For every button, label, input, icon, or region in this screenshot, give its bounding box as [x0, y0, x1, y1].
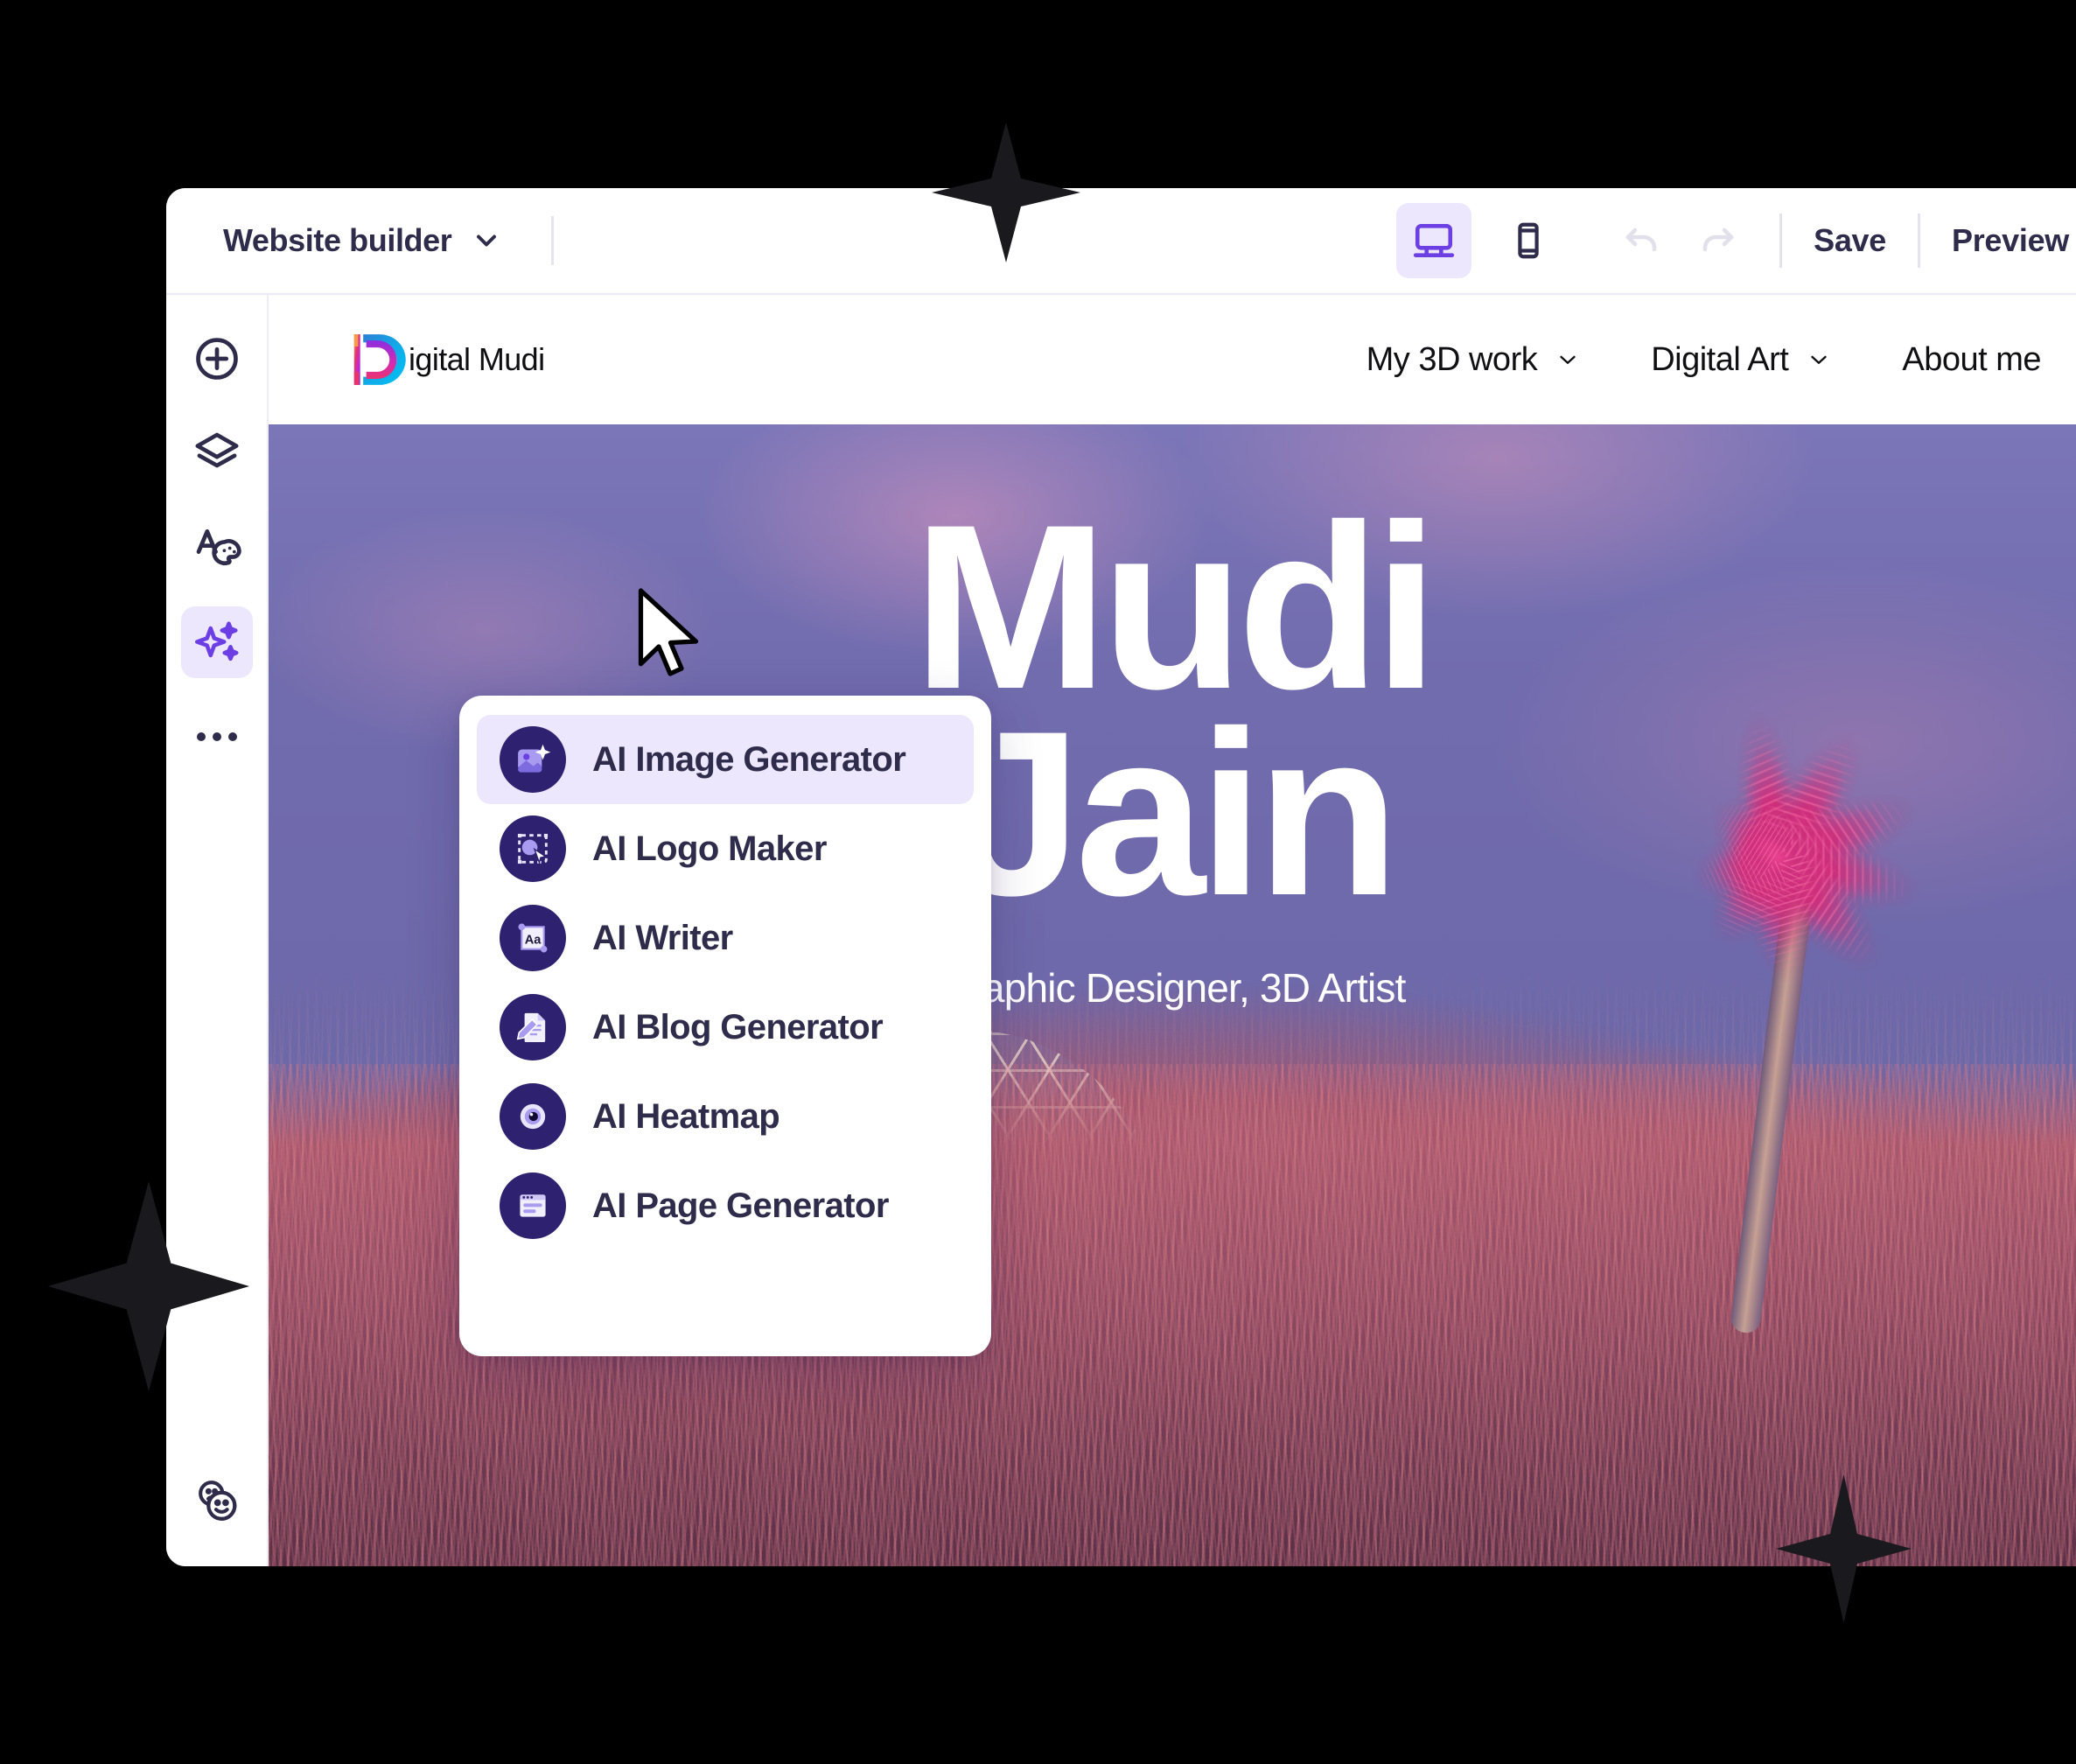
ai-menu-item-page-generator[interactable]: AI Page Generator: [477, 1161, 974, 1250]
mobile-view-button[interactable]: [1491, 203, 1566, 278]
chevron-down-icon: [1560, 355, 1576, 364]
hero-palm-tree: [1498, 556, 2076, 1354]
mouse-pointer-icon: [634, 586, 713, 687]
sidebar-item-ai-tools[interactable]: [180, 606, 253, 678]
ai-writer-icon: Aa: [500, 905, 566, 971]
nav-label: My 3D work: [1366, 340, 1538, 378]
sidebar-item-design[interactable]: [181, 512, 253, 584]
site-header: igital Mudi My 3D work Digital Art About: [269, 295, 2076, 424]
builder-sidebar: [166, 295, 269, 1566]
ai-menu-item-logo-maker[interactable]: AI Logo Maker: [477, 804, 974, 893]
chevron-down-icon: [1811, 355, 1828, 364]
ai-menu-label: AI Heatmap: [592, 1096, 780, 1136]
sidebar-item-more[interactable]: [181, 701, 253, 773]
nav-label: Digital Art: [1651, 340, 1789, 378]
svg-text:Aa: Aa: [525, 934, 542, 948]
site-nav: My 3D work Digital Art About me: [1332, 341, 2076, 379]
builder-title-group[interactable]: Website builder: [166, 216, 555, 265]
builder-topbar: Website builder Save Preview: [166, 188, 2076, 295]
ai-menu-label: AI Page Generator: [592, 1186, 889, 1225]
desktop-view-button[interactable]: [1396, 203, 1472, 278]
ai-menu-item-image-generator[interactable]: AI Image Generator: [477, 715, 974, 804]
logo-text: igital Mudi: [409, 341, 545, 377]
nav-item-about-me[interactable]: About me: [1867, 341, 2076, 379]
nav-item-digital-art[interactable]: Digital Art: [1616, 341, 1867, 379]
ai-tools-menu: AI Image Generator AI Logo Maker Aa AI W…: [459, 696, 991, 1356]
ai-menu-label: AI Image Generator: [592, 739, 906, 779]
nav-item-my-3d-work[interactable]: My 3D work: [1332, 341, 1617, 379]
undo-button[interactable]: [1604, 203, 1680, 278]
ai-heatmap-icon: [500, 1083, 566, 1150]
redo-button[interactable]: [1680, 203, 1755, 278]
builder-body: igital Mudi My 3D work Digital Art About: [166, 295, 2076, 1566]
ai-page-icon: [500, 1172, 566, 1239]
topbar-divider-3: [1918, 214, 1920, 268]
sidebar-item-feedback[interactable]: [181, 1465, 253, 1536]
ai-menu-item-blog-generator[interactable]: AI Blog Generator: [477, 983, 974, 1072]
preview-button[interactable]: Preview: [1945, 222, 2076, 259]
topbar-divider-2: [1779, 214, 1783, 268]
sidebar-item-add[interactable]: [181, 323, 253, 395]
site-logo[interactable]: igital Mudi: [349, 327, 545, 392]
builder-topbar-actions: Save Preview: [1396, 203, 2076, 278]
ai-logo-icon: [500, 816, 566, 882]
topbar-divider: [551, 216, 555, 265]
sidebar-item-layers[interactable]: [181, 417, 253, 489]
save-button[interactable]: Save: [1807, 222, 1893, 259]
website-builder-window: Website builder Save Preview igital Mudi…: [166, 188, 2076, 1566]
nav-label: About me: [1902, 340, 2041, 378]
ai-image-icon: [500, 726, 566, 793]
ai-menu-label: AI Writer: [592, 918, 733, 957]
logo-mark-icon: [353, 334, 406, 385]
builder-title: Website builder: [223, 222, 452, 258]
ai-menu-item-writer[interactable]: Aa AI Writer: [477, 893, 974, 983]
screenshot-stage: Website builder Save Preview igital Mudi…: [0, 0, 2076, 1764]
ai-menu-item-heatmap[interactable]: AI Heatmap: [477, 1072, 974, 1161]
ai-menu-label: AI Blog Generator: [592, 1007, 884, 1046]
ai-menu-label: AI Logo Maker: [592, 829, 827, 868]
ai-blog-icon: [500, 994, 566, 1060]
chevron-down-icon[interactable]: [471, 225, 502, 256]
